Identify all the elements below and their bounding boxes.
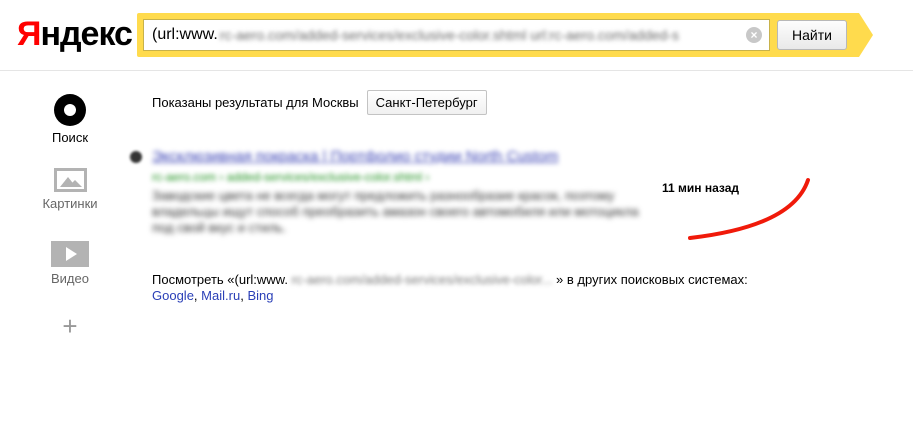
nav-label-video: Видео: [51, 271, 89, 286]
logo-rest: ндекс: [40, 15, 133, 53]
search-service-icon: [54, 94, 86, 126]
separator: ,: [240, 288, 244, 303]
mailru-link[interactable]: Mail.ru: [201, 288, 240, 303]
region-text: Показаны результаты для Москвы: [152, 95, 359, 110]
search-input[interactable]: (url:www. rc-aero.com/added-services/exc…: [143, 19, 770, 51]
logo-first-letter: Я: [17, 15, 41, 53]
other-prefix: Посмотреть «(url:www.: [152, 272, 288, 287]
red-stroke-annotation: [688, 178, 810, 240]
nav-label-images: Картинки: [42, 196, 98, 211]
other-suffix: » в других поисковых системах:: [556, 272, 748, 287]
engine-links: Google, Mail.ru, Bing: [152, 288, 792, 304]
search-query-blurred: rc-aero.com/added-services/exclusive-col…: [219, 27, 679, 43]
other-engines-line: Посмотреть «(url:www. rc-aero.com/added-…: [152, 272, 792, 288]
favicon-icon: [130, 151, 142, 163]
region-button[interactable]: Санкт-Петербург: [366, 90, 487, 115]
bing-link[interactable]: Bing: [247, 288, 273, 303]
other-blurred-query: rc-aero.com/added-services/exclusive-col…: [291, 272, 553, 287]
plus-icon[interactable]: +: [30, 313, 110, 339]
header: Яндекс (url:www. rc-aero.com/added-servi…: [0, 0, 913, 71]
yandex-logo[interactable]: Яндекс: [17, 14, 133, 54]
result-url[interactable]: rc-aero.com › added-services/exclusive-c…: [152, 170, 429, 184]
google-link[interactable]: Google: [152, 288, 194, 303]
result-title-link[interactable]: Эксклюзивная покраска | Портфолио студии…: [152, 148, 558, 165]
separator: ,: [193, 288, 198, 303]
nav-item-video[interactable]: Видео: [30, 241, 110, 286]
region-line: Показаны результаты для Москвы Санкт-Пет…: [152, 90, 487, 115]
find-button[interactable]: Найти: [777, 20, 847, 50]
video-icon: [51, 241, 89, 267]
search-query-text: (url:www.: [152, 26, 218, 43]
other-engines: Посмотреть «(url:www. rc-aero.com/added-…: [152, 272, 792, 304]
nav-item-images[interactable]: Картинки: [30, 168, 110, 211]
clear-icon[interactable]: ×: [746, 27, 762, 43]
result-snippet: Заводские цвета не всегда могут предложи…: [152, 188, 639, 235]
images-icon: [53, 168, 87, 192]
nav-item-search[interactable]: Поиск: [30, 94, 110, 145]
nav-label-search: Поиск: [51, 130, 89, 145]
